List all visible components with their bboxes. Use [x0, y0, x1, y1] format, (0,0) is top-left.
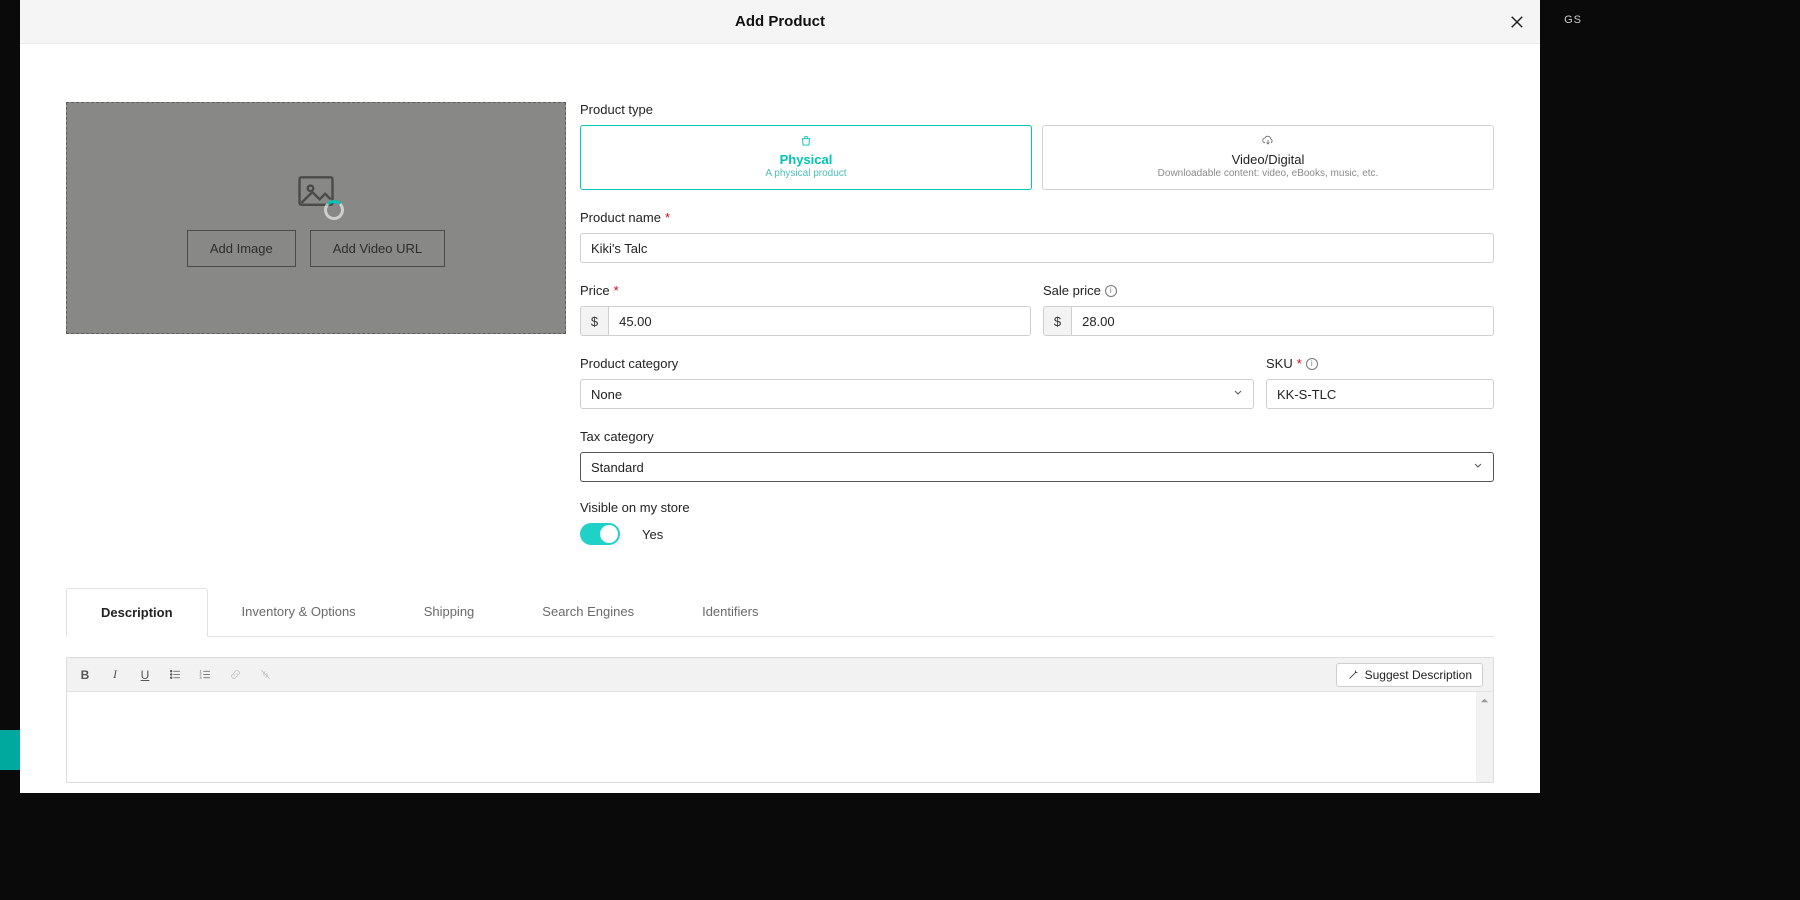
modal-header: Add Product: [20, 0, 1540, 44]
product-type-subtitle: Downloadable content: video, eBooks, mus…: [1053, 168, 1483, 179]
info-icon[interactable]: i: [1306, 358, 1318, 370]
tab-description[interactable]: Description: [66, 588, 208, 637]
svg-text:3: 3: [199, 676, 201, 680]
close-button[interactable]: [1506, 11, 1528, 33]
unlink-button[interactable]: [257, 667, 273, 683]
tax-category-label: Tax category: [580, 429, 1494, 444]
background-text: GS: [1564, 14, 1582, 26]
close-icon: [1508, 13, 1526, 31]
numbered-list-button[interactable]: 123: [197, 667, 213, 683]
cloud-download-icon: [1053, 134, 1483, 150]
bold-button[interactable]: B: [77, 667, 93, 683]
add-image-button[interactable]: Add Image: [187, 230, 296, 267]
italic-button[interactable]: I: [107, 667, 123, 683]
add-product-modal: Add Product Add Image Add Video URL: [20, 0, 1540, 793]
unlink-icon: [259, 668, 272, 681]
bullet-list-button[interactable]: [167, 667, 183, 683]
tab-shipping[interactable]: Shipping: [390, 588, 509, 637]
numbered-list-icon: 123: [199, 668, 212, 681]
tab-inventory-options[interactable]: Inventory & Options: [208, 588, 390, 637]
price-input[interactable]: [608, 306, 1031, 336]
tab-identifiers[interactable]: Identifiers: [668, 588, 792, 637]
description-editor: B I U 123: [66, 657, 1494, 783]
tax-category-select[interactable]: [580, 452, 1494, 482]
loading-spinner-icon: [324, 200, 344, 220]
sale-price-currency-prefix: $: [1043, 306, 1071, 336]
product-form: Product type Physical A physical product…: [580, 102, 1494, 545]
price-currency-prefix: $: [580, 306, 608, 336]
product-type-physical[interactable]: Physical A physical product: [580, 125, 1032, 190]
description-textarea[interactable]: [67, 692, 1493, 782]
wand-icon: [1347, 669, 1359, 681]
editor-toolbar: B I U 123: [67, 658, 1493, 692]
toggle-knob: [600, 525, 618, 543]
category-select[interactable]: [580, 379, 1254, 409]
visible-value-text: Yes: [642, 527, 663, 542]
underline-button[interactable]: U: [137, 667, 153, 683]
sku-input[interactable]: [1266, 379, 1494, 409]
bullet-list-icon: [169, 668, 182, 681]
product-tabs: Description Inventory & Options Shipping…: [66, 587, 1494, 637]
product-type-digital[interactable]: Video/Digital Downloadable content: vide…: [1042, 125, 1494, 190]
product-type-subtitle: A physical product: [591, 168, 1021, 179]
product-type-title: Video/Digital: [1053, 152, 1483, 167]
suggest-description-button[interactable]: Suggest Description: [1336, 663, 1483, 687]
info-icon[interactable]: i: [1105, 285, 1117, 297]
visible-toggle[interactable]: [580, 523, 620, 545]
scroll-up-button[interactable]: [1478, 694, 1491, 707]
link-button[interactable]: [227, 667, 243, 683]
scrollbar-track[interactable]: [1476, 692, 1493, 782]
sku-label: SKU* i: [1266, 356, 1494, 371]
add-video-url-button[interactable]: Add Video URL: [310, 230, 445, 267]
product-image-dropzone[interactable]: Add Image Add Video URL: [66, 102, 566, 334]
bag-icon: [591, 134, 1021, 150]
sale-price-label: Sale price i: [1043, 283, 1494, 298]
category-label: Product category: [580, 356, 1254, 371]
link-icon: [229, 668, 242, 681]
product-name-input[interactable]: [580, 233, 1494, 263]
product-type-title: Physical: [591, 152, 1021, 167]
product-type-label: Product type: [580, 102, 1494, 117]
price-label: Price*: [580, 283, 1031, 298]
chevron-up-icon: [1480, 696, 1489, 705]
sale-price-input[interactable]: [1071, 306, 1494, 336]
product-name-label: Product name*: [580, 210, 1494, 225]
visible-label: Visible on my store: [580, 500, 1494, 515]
background-accent-strip: [0, 730, 20, 770]
tab-search-engines[interactable]: Search Engines: [508, 588, 668, 637]
modal-title: Add Product: [735, 13, 825, 30]
image-placeholder-icon: [294, 170, 338, 214]
